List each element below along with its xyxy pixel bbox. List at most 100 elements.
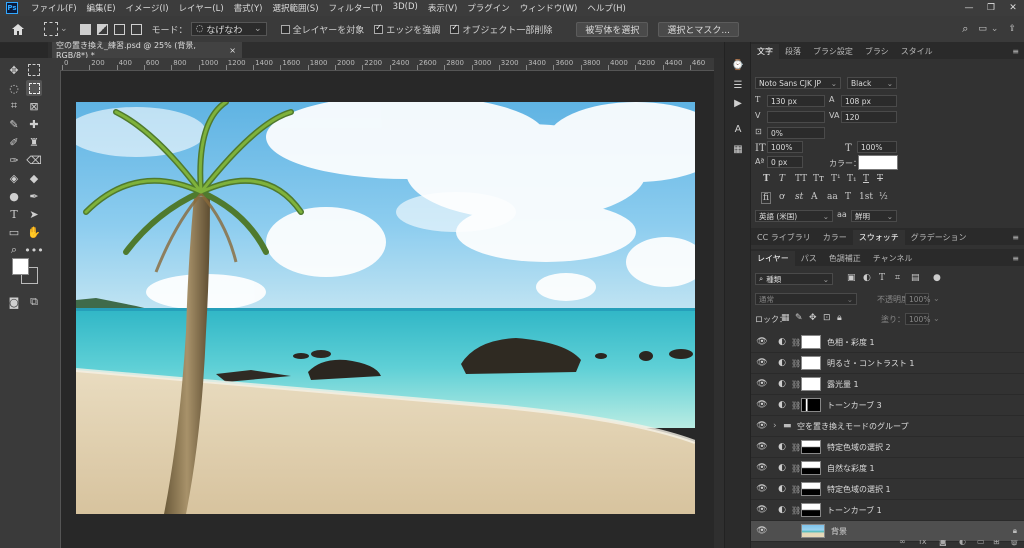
all-caps-icon[interactable]: TT xyxy=(795,174,807,184)
object-subtract-checkbox[interactable]: オブジェクト一部削除 xyxy=(450,23,552,36)
panel-menu-icon[interactable]: ≡ xyxy=(1006,251,1024,266)
spot-healing-tool-icon[interactable]: ✚ xyxy=(26,116,42,132)
visibility-eye-icon[interactable]: 👁︎ xyxy=(751,526,773,536)
marquee-tool-icon[interactable] xyxy=(26,62,42,78)
faux-italic-icon[interactable]: T xyxy=(779,174,785,184)
add-mask-icon[interactable]: ◙ xyxy=(939,540,947,546)
panel-menu-icon[interactable]: ≡ xyxy=(1006,44,1024,59)
visibility-eye-icon[interactable]: 👁︎ xyxy=(751,484,773,494)
object-selection-tool-icon[interactable] xyxy=(26,80,42,96)
menu-item[interactable]: 書式(Y) xyxy=(229,2,268,14)
tracking-field[interactable]: 120 xyxy=(841,111,897,123)
panel-tab[interactable]: ブラシ設定 xyxy=(807,44,859,59)
layer-row[interactable]: 👁︎ ◐ ⛓︎ 特定色域の選択 2 xyxy=(751,437,1024,458)
blend-mode-dropdown[interactable]: 通常 ⌄ xyxy=(755,293,857,305)
filter-smart-object-icon[interactable]: ▤ xyxy=(911,273,920,283)
layer-row[interactable]: 👁︎ ◐ ⛓︎ 露光量 1 xyxy=(751,374,1024,395)
panel-tab[interactable]: チャンネル xyxy=(867,251,919,266)
new-layer-icon[interactable]: ⊞ xyxy=(993,540,1000,546)
paint-bucket-tool-icon[interactable]: ◈ xyxy=(6,170,22,186)
stamp-tool-icon[interactable]: ♜ xyxy=(26,134,42,150)
font-style-dropdown[interactable]: Black ⌄ xyxy=(847,77,897,89)
delete-layer-icon[interactable]: 🗑︎ xyxy=(1009,540,1019,546)
tsume-field[interactable]: 0% xyxy=(767,127,825,139)
history-icon[interactable]: ⌚ xyxy=(731,58,745,72)
small-caps-icon[interactable]: Tт xyxy=(813,174,824,184)
link-icon[interactable]: ⛓︎ xyxy=(791,359,801,368)
subtract-selection-icon[interactable] xyxy=(113,23,125,35)
link-icon[interactable]: ⛓︎ xyxy=(791,401,801,410)
layer-lock-icon[interactable]: 🔒︎ xyxy=(1013,526,1017,536)
filter-pixel-icon[interactable]: ▣ xyxy=(847,273,856,283)
eraser-tool-icon[interactable]: ⌫ xyxy=(26,152,42,168)
type-tool-icon[interactable]: T xyxy=(6,206,22,222)
close-tab-icon[interactable]: × xyxy=(229,46,236,55)
move-tool-icon[interactable]: ✥ xyxy=(6,62,22,78)
link-layers-icon[interactable]: ∞ xyxy=(899,540,906,546)
swash-icon[interactable]: st xyxy=(795,192,803,202)
layer-mask-thumbnail[interactable] xyxy=(801,377,821,391)
canvas-scrollbar[interactable] xyxy=(714,58,724,548)
filter-adjustment-icon[interactable]: ◐ xyxy=(863,273,871,283)
sample-all-checkbox[interactable]: 全レイヤーを対象 xyxy=(280,23,364,36)
underline-icon[interactable]: T xyxy=(863,174,869,184)
restore-icon[interactable]: ❐ xyxy=(980,3,1002,13)
adjustments-icon[interactable]: ☰ xyxy=(731,78,745,92)
layer-row[interactable]: 👁︎ ◐ ⛓︎ トーンカーブ 1 xyxy=(751,500,1024,521)
font-size-field[interactable]: 130 px xyxy=(767,95,825,107)
panel-tab[interactable]: グラデーション xyxy=(905,230,973,245)
visibility-eye-icon[interactable]: 👁︎ xyxy=(751,421,773,431)
link-icon[interactable]: ⛓︎ xyxy=(791,506,801,515)
visibility-eye-icon[interactable]: 👁︎ xyxy=(751,505,773,515)
new-adjustment-icon[interactable]: ◐ xyxy=(959,540,966,546)
menu-item[interactable]: 編集(E) xyxy=(82,2,121,14)
workspace-icon[interactable]: ▭ xyxy=(978,24,987,34)
home-icon[interactable] xyxy=(12,23,24,35)
layer-row[interactable]: 👁︎ ◐ ⛓︎ 色相・彩度 1 xyxy=(751,332,1024,353)
link-icon[interactable]: ⛓︎ xyxy=(791,443,801,452)
visibility-eye-icon[interactable]: 👁︎ xyxy=(751,337,773,347)
fill-field[interactable]: 100% xyxy=(905,313,930,325)
layer-mask-thumbnail[interactable] xyxy=(801,503,821,517)
opacity-field[interactable]: 100% xyxy=(905,293,930,305)
panel-tab[interactable]: スタイル xyxy=(895,44,939,59)
discretionary-ligature-icon[interactable]: ơ xyxy=(779,192,784,202)
document-tab[interactable]: 空の置き換え_練習.psd @ 25% (背景, RGB/8*) * × xyxy=(52,41,242,60)
stylistic-alt-icon[interactable]: A xyxy=(811,192,818,202)
panel-tab[interactable]: 段落 xyxy=(779,44,807,59)
layer-mask-thumbnail[interactable] xyxy=(801,356,821,370)
menu-item[interactable]: 表示(V) xyxy=(423,2,462,14)
ordinal-icon[interactable]: T xyxy=(845,192,851,202)
rectangle-tool-icon[interactable]: ▭ xyxy=(6,224,22,240)
panel-tab[interactable]: パス xyxy=(795,251,823,266)
properties-icon[interactable]: ▦ xyxy=(731,142,745,156)
menu-item[interactable]: フィルター(T) xyxy=(324,2,388,14)
menu-item[interactable]: 選択範囲(S) xyxy=(267,2,323,14)
panel-tab[interactable]: ブラシ xyxy=(859,44,895,59)
panel-tab[interactable]: CC ライブラリ xyxy=(751,230,817,245)
lock-position-icon[interactable]: ✥ xyxy=(809,313,817,323)
search-icon[interactable]: ⌕ xyxy=(962,22,968,36)
menu-item[interactable]: プラグイン xyxy=(462,2,515,14)
font-family-dropdown[interactable]: Noto Sans CJK JP ⌄ xyxy=(755,77,841,89)
panel-tab[interactable]: カラー xyxy=(817,230,853,245)
foreground-color-swatch[interactable] xyxy=(12,258,29,275)
layer-row[interactable]: 👁︎ 背景 🔒︎ xyxy=(751,521,1024,542)
vertical-scale-field[interactable]: 100% xyxy=(767,141,803,153)
close-icon[interactable]: ✕ xyxy=(1002,3,1024,13)
select-subject-button[interactable]: 被写体を選択 xyxy=(576,21,649,37)
menu-item[interactable]: ヘルプ(H) xyxy=(582,2,631,14)
new-selection-icon[interactable] xyxy=(79,23,91,35)
brush-tool-icon[interactable]: ✐ xyxy=(6,134,22,150)
anti-alias-dropdown[interactable]: 鮮明 ⌄ xyxy=(851,210,897,222)
enhance-edge-checkbox[interactable]: エッジを強調 xyxy=(374,23,440,36)
history-brush-tool-icon[interactable]: ✑ xyxy=(6,152,22,168)
text-color-swatch[interactable] xyxy=(858,155,898,170)
panel-tab[interactable]: スウォッチ xyxy=(852,230,905,245)
layer-mask-thumbnail[interactable] xyxy=(801,440,821,454)
share-icon[interactable]: ⇪ xyxy=(1008,24,1016,34)
layer-row[interactable]: 👁︎ ◐ ⛓︎ 明るさ・コントラスト 1 xyxy=(751,353,1024,374)
language-dropdown[interactable]: 英語 (米国) ⌄ xyxy=(755,210,833,222)
more-tools-icon[interactable]: ••• xyxy=(24,242,43,258)
menu-item[interactable]: ファイル(F) xyxy=(26,2,82,14)
